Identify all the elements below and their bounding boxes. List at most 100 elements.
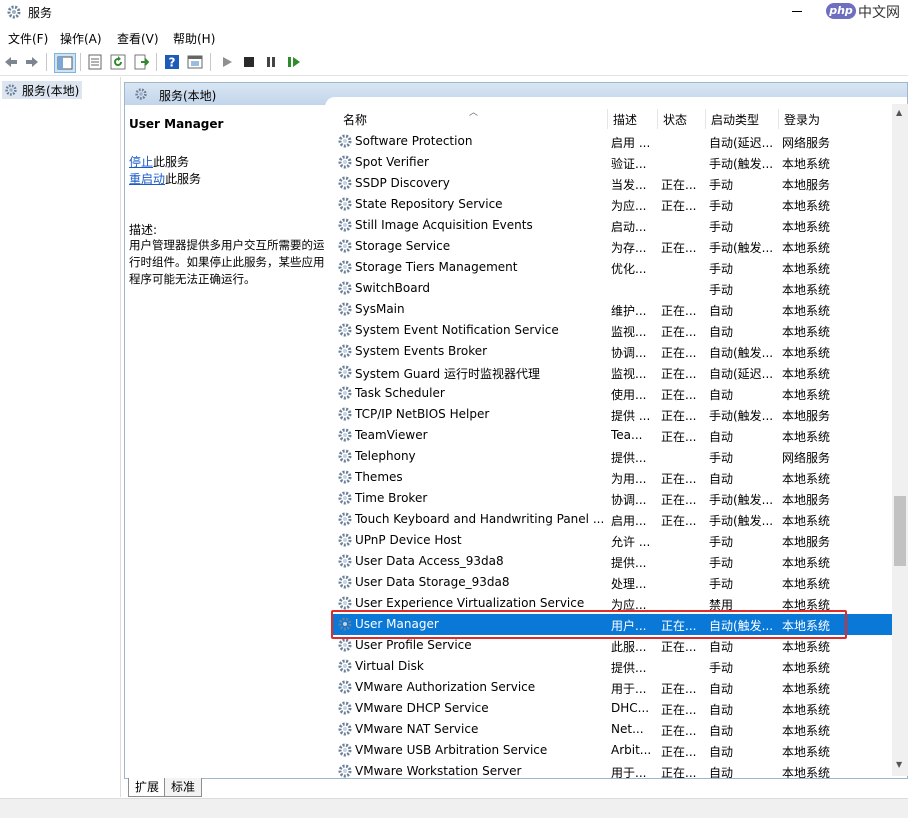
cell-name: Storage Service bbox=[355, 239, 451, 253]
column-header-startup-type[interactable]: 启动类型 bbox=[711, 111, 759, 131]
table-row[interactable]: System Guard 运行时监视器代理 监视... 正在... 自动(延迟... 本… bbox=[333, 362, 895, 383]
restart-service-link[interactable]: 重启动 bbox=[129, 172, 165, 186]
services-table: ︿ 名称 描述 状态 启动类型 登录为 Software Protection 启… bbox=[333, 105, 895, 778]
cell-description: 处理... bbox=[611, 577, 647, 591]
cell-logon: 本地系统 bbox=[782, 724, 831, 738]
table-row[interactable]: System Event Notification Service 监视... 正在… bbox=[333, 320, 895, 341]
cell-startup-type: 手动 bbox=[709, 199, 734, 213]
scrollbar-thumb[interactable] bbox=[894, 496, 906, 566]
table-row[interactable]: Time Broker 协调... 正在... 手动(触发... 本地服务 bbox=[333, 488, 895, 509]
table-row[interactable]: Touch Keyboard and Handwriting Panel ...… bbox=[333, 509, 895, 530]
cell-description: 提供... bbox=[611, 556, 647, 570]
table-row[interactable]: SysMain 维护... 正在... 自动 本地系统 bbox=[333, 299, 895, 320]
service-gear-icon bbox=[337, 238, 353, 254]
start-service-icon[interactable] bbox=[218, 53, 236, 71]
table-row[interactable]: Storage Tiers Management 优化... 手动 本地系统 bbox=[333, 257, 895, 278]
stop-service-link[interactable]: 停止 bbox=[129, 155, 153, 169]
table-row[interactable]: Virtual Disk 提供... 手动 本地系统 bbox=[333, 656, 895, 677]
tab-extended[interactable]: 扩展 bbox=[128, 778, 167, 797]
table-row[interactable]: System Events Broker 协调... 正在... 自动(触发... 本地… bbox=[333, 341, 895, 362]
menu-bar: 文件(F) 操作(A) 查看(V) 帮助(H) bbox=[0, 27, 908, 47]
scroll-up-icon[interactable]: ▲ bbox=[896, 108, 902, 117]
forward-icon[interactable] bbox=[23, 53, 41, 71]
table-row[interactable]: State Repository Service 为应... 正在... 手动 本地系统 bbox=[333, 194, 895, 215]
cell-name: Themes bbox=[355, 470, 403, 484]
table-row[interactable]: Still Image Acquisition Events 启动... 手动 本地系… bbox=[333, 215, 895, 236]
column-header-name[interactable]: 名称 bbox=[343, 111, 367, 131]
tab-standard[interactable]: 标准 bbox=[164, 778, 203, 797]
pause-service-icon[interactable] bbox=[262, 53, 280, 71]
cell-name: VMware Authorization Service bbox=[355, 680, 536, 694]
table-row[interactable]: TeamViewer Tea... 正在... 自动 本地系统 bbox=[333, 425, 895, 446]
cell-startup-type: 自动 bbox=[709, 472, 734, 486]
vertical-scrollbar[interactable]: ▲ ▼ bbox=[892, 104, 908, 776]
table-row[interactable]: Telephony 提供... 手动 网络服务 bbox=[333, 446, 895, 467]
view-tabs: 扩展 标准 bbox=[124, 778, 908, 798]
console-icon[interactable] bbox=[186, 53, 204, 71]
table-row[interactable]: VMware Authorization Service 用于... 正在... 自动… bbox=[333, 677, 895, 698]
table-row[interactable]: Themes 为用... 正在... 自动 本地系统 bbox=[333, 467, 895, 488]
column-header-logon[interactable]: 登录为 bbox=[784, 111, 820, 131]
table-row[interactable]: VMware DHCP Service DHC... 正在... 自动 本地系统 bbox=[333, 698, 895, 719]
back-icon[interactable] bbox=[2, 53, 20, 71]
cell-startup-type: 自动(延迟... bbox=[709, 367, 774, 381]
show-hide-tree-icon[interactable] bbox=[54, 53, 76, 73]
cell-logon: 本地系统 bbox=[782, 703, 831, 717]
cell-startup-type: 自动 bbox=[709, 703, 734, 717]
table-row[interactable]: TCP/IP NetBIOS Helper 提供 ... 正在... 手动(触发...… bbox=[333, 404, 895, 425]
cell-description: DHC... bbox=[611, 701, 650, 715]
menu-help[interactable]: 帮助(H) bbox=[173, 30, 215, 47]
cell-logon: 本地系统 bbox=[782, 682, 831, 696]
console-tree: 服务(本地) bbox=[0, 77, 121, 797]
cell-status: 正在... bbox=[661, 703, 697, 717]
menu-file[interactable]: 文件(F) bbox=[8, 30, 48, 47]
table-row[interactable]: Task Scheduler 使用... 正在... 自动 本地系统 bbox=[333, 383, 895, 404]
column-header-description[interactable]: 描述 bbox=[613, 111, 637, 131]
menu-view[interactable]: 查看(V) bbox=[117, 30, 159, 47]
table-row[interactable]: Software Protection 启用 ... 自动(延迟... 网络服务 bbox=[333, 131, 895, 152]
cell-name: VMware Workstation Server bbox=[355, 764, 522, 778]
cell-description: 提供 ... bbox=[611, 409, 651, 423]
cell-logon: 本地系统 bbox=[782, 199, 831, 213]
cell-description: 监视... bbox=[611, 325, 647, 339]
table-row[interactable]: VMware Workstation Server 用于... 正在... 自动 本地系… bbox=[333, 761, 895, 778]
table-row[interactable]: VMware NAT Service Net... 正在... 自动 本地系统 bbox=[333, 719, 895, 740]
table-row[interactable]: SSDP Discovery 当发... 正在... 手动 本地服务 bbox=[333, 173, 895, 194]
refresh-icon[interactable] bbox=[109, 53, 127, 71]
minimize-button[interactable] bbox=[788, 1, 808, 19]
cell-logon: 本地系统 bbox=[782, 388, 831, 402]
help-icon[interactable]: ? bbox=[163, 53, 181, 71]
cell-startup-type: 手动 bbox=[709, 535, 734, 549]
cell-description: 为应... bbox=[611, 199, 647, 213]
properties-icon[interactable] bbox=[86, 53, 104, 71]
export-list-icon[interactable] bbox=[132, 53, 150, 71]
cell-startup-type: 自动 bbox=[709, 640, 734, 654]
column-header-status[interactable]: 状态 bbox=[663, 111, 687, 131]
tree-item-services-local[interactable]: 服务(本地) bbox=[2, 81, 82, 99]
cell-status: 正在... bbox=[661, 766, 697, 778]
cell-description: 当发... bbox=[611, 178, 647, 192]
table-row[interactable]: SwitchBoard 手动 本地系统 bbox=[333, 278, 895, 299]
cell-startup-type: 自动 bbox=[709, 745, 734, 759]
cell-description: 提供... bbox=[611, 661, 647, 675]
table-row[interactable]: UPnP Device Host 允许 ... 手动 本地服务 bbox=[333, 530, 895, 551]
service-gear-icon bbox=[337, 574, 353, 590]
table-row[interactable]: User Data Access_93da8 提供... 手动 本地系统 bbox=[333, 551, 895, 572]
service-gear-icon bbox=[337, 763, 353, 778]
scroll-down-icon[interactable]: ▼ bbox=[896, 760, 902, 769]
table-row[interactable]: VMware USB Arbitration Service Arbit... 正在… bbox=[333, 740, 895, 761]
cell-startup-type: 手动 bbox=[709, 283, 734, 297]
cell-status: 正在... bbox=[661, 304, 697, 318]
description-label: 描述: bbox=[129, 223, 158, 237]
table-row[interactable]: Spot Verifier 验证... 手动(触发... 本地系统 bbox=[333, 152, 895, 173]
cell-description: 验证... bbox=[611, 157, 647, 171]
stop-service-icon[interactable] bbox=[240, 53, 258, 71]
gear-icon bbox=[135, 88, 147, 100]
cell-status: 正在... bbox=[661, 388, 697, 402]
menu-action[interactable]: 操作(A) bbox=[60, 30, 102, 47]
cell-name: Software Protection bbox=[355, 134, 473, 148]
table-row[interactable]: User Data Storage_93da8 处理... 手动 本地系统 bbox=[333, 572, 895, 593]
restart-service-icon[interactable] bbox=[285, 53, 303, 71]
cell-name: Time Broker bbox=[355, 491, 428, 505]
table-row[interactable]: Storage Service 为存... 正在... 手动(触发... 本地系统 bbox=[333, 236, 895, 257]
